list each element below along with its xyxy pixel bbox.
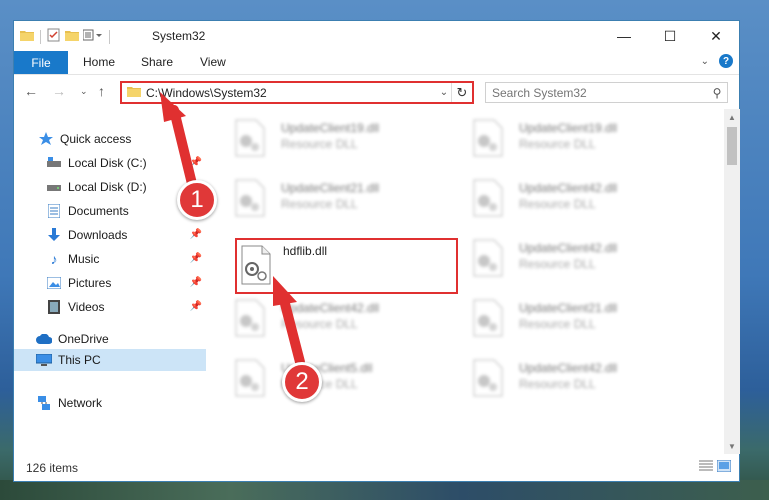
step-badge-2: 2	[282, 362, 322, 402]
annotation-arrow-2	[278, 291, 305, 367]
annotation-arrowhead-2	[273, 276, 297, 306]
step-badge-1: 1	[177, 180, 217, 220]
annotation-arrowhead-1	[160, 92, 186, 122]
annotation-arrows	[160, 92, 305, 367]
